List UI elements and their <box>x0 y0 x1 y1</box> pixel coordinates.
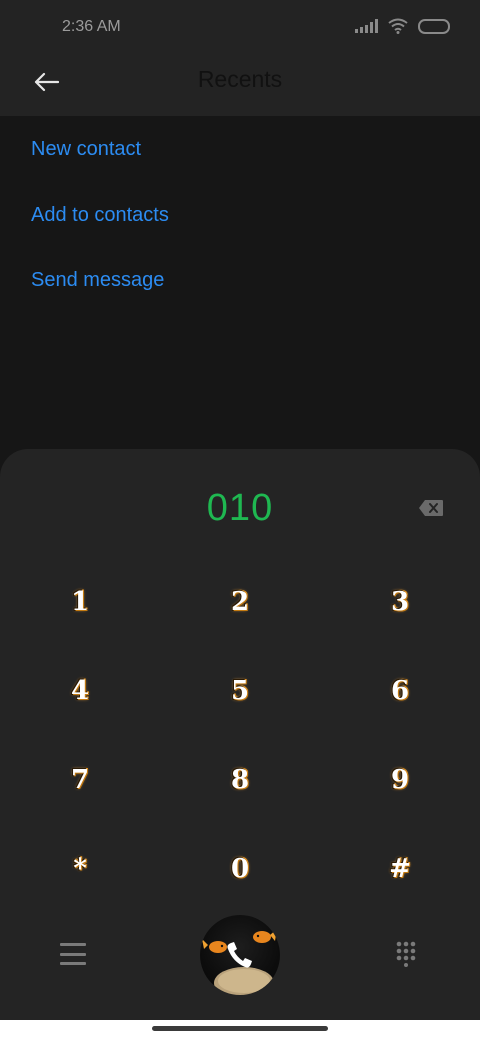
key-9[interactable]: 9 <box>350 745 450 815</box>
dialed-number: 010 <box>206 487 274 529</box>
new-contact-option[interactable]: New contact <box>31 138 141 161</box>
page-title: Recents <box>197 66 283 92</box>
key-6-label: 6 <box>390 676 410 706</box>
key-3-label: 3 <box>390 587 410 617</box>
key-1[interactable]: 1 <box>30 567 130 637</box>
key-8[interactable]: 8 <box>190 745 290 815</box>
status-time: 2:36 AM <box>62 18 121 35</box>
signal-icon <box>355 19 378 33</box>
key-5[interactable]: 5 <box>190 656 290 726</box>
key-3[interactable]: 3 <box>350 567 450 637</box>
backspace-icon[interactable] <box>418 499 444 517</box>
home-indicator[interactable] <box>152 1026 328 1031</box>
key-hash-label: # <box>389 854 411 884</box>
key-1-label: 1 <box>70 587 90 617</box>
top-bar: 2:36 AM Recents <box>0 0 480 116</box>
battery-icon <box>418 18 450 34</box>
key-star-label: * <box>73 854 87 884</box>
key-2-label: 2 <box>230 587 250 617</box>
menu-icon[interactable] <box>60 943 86 965</box>
dialer-screen: 2:36 AM Recents New contact Add to conta… <box>0 0 480 1040</box>
key-6[interactable]: 6 <box>350 656 450 726</box>
key-8-label: 8 <box>230 765 250 795</box>
phone-call-icon <box>202 929 277 995</box>
key-7[interactable]: 7 <box>30 745 130 815</box>
key-0-label: 0 <box>230 854 250 884</box>
key-4[interactable]: 4 <box>30 656 130 726</box>
key-0[interactable]: 0 <box>190 834 290 904</box>
key-hash[interactable]: # <box>350 834 450 904</box>
dialpad-icon[interactable] <box>396 941 416 967</box>
send-message-option[interactable]: Send message <box>31 269 164 292</box>
key-4-label: 4 <box>70 676 90 706</box>
key-9-label: 9 <box>390 765 410 795</box>
call-button[interactable] <box>200 915 280 995</box>
wifi-icon <box>388 18 408 34</box>
key-star[interactable]: * <box>30 834 130 904</box>
dialer-action-row <box>0 915 480 995</box>
key-7-label: 7 <box>70 765 90 795</box>
dialer-panel: 010 1 2 3 4 5 6 7 8 9 * 0 # <box>0 449 480 1020</box>
key-5-label: 5 <box>230 676 250 706</box>
add-to-contacts-option[interactable]: Add to contacts <box>31 204 169 227</box>
key-2[interactable]: 2 <box>190 567 290 637</box>
status-icons <box>355 18 450 34</box>
